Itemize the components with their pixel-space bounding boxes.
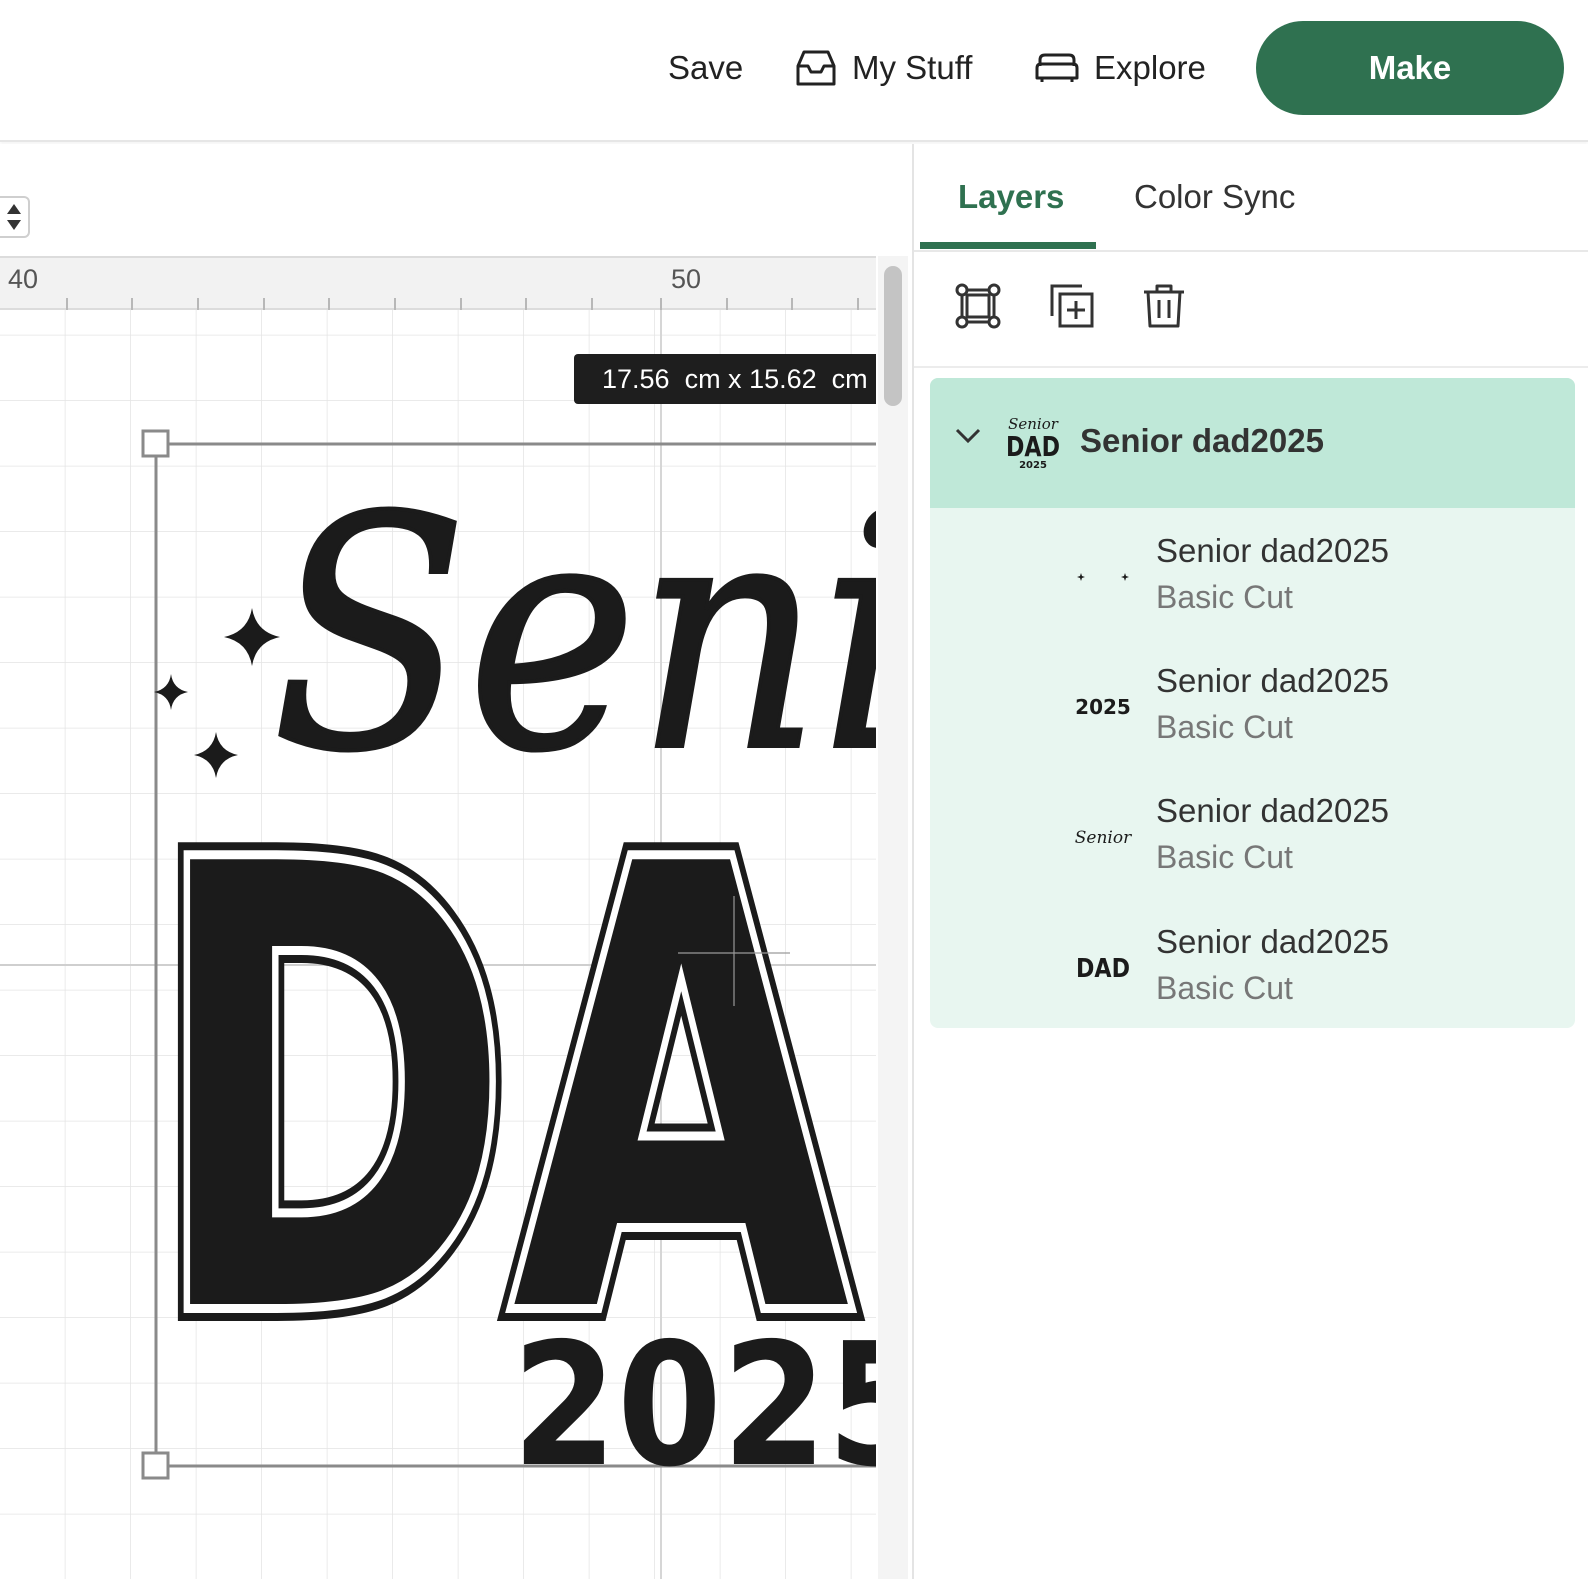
sparkle-icon — [1077, 573, 1129, 581]
layer-operation: Basic Cut — [1156, 579, 1293, 615]
make-label: Make — [1368, 49, 1452, 86]
layer-name: Senior dad2025 — [1156, 662, 1390, 699]
group-header-row[interactable]: Senior DAD 2025 Senior dad2025 — [930, 378, 1575, 508]
layer-item[interactable]: Senior dad2025 Basic Cut — [930, 512, 1575, 642]
my-stuff-button[interactable]: My Stuff — [794, 42, 972, 94]
tab-layers[interactable]: Layers — [958, 178, 1064, 216]
layer-operation: Basic Cut — [1156, 839, 1293, 875]
inbox-tray-icon — [796, 50, 836, 86]
ruler-ticks — [66, 298, 859, 310]
svg-text:2025: 2025 — [1019, 460, 1047, 471]
make-button[interactable]: Make — [1256, 21, 1564, 115]
group-thumbnail: Senior DAD 2025 — [1006, 415, 1060, 471]
explore-button[interactable]: Explore — [1034, 42, 1206, 94]
chevron-down-icon[interactable] — [954, 426, 982, 446]
layer-thumbnail-senior: Senior — [1072, 806, 1134, 868]
sofa-icon — [1035, 53, 1079, 82]
group-nodes-icon — [955, 283, 1001, 329]
trash-icon — [1144, 284, 1184, 328]
layer-thumbnail-stars — [1072, 546, 1134, 608]
layers-panel: Layers Color Sync Senior DAD 2025 Senior… — [912, 144, 1588, 1579]
vertical-scrollbar-track[interactable] — [878, 256, 908, 1579]
svg-text:2025: 2025 — [1075, 695, 1131, 719]
up-down-arrows-icon — [7, 204, 21, 230]
layer-operation: Basic Cut — [1156, 709, 1293, 745]
tab-color-sync[interactable]: Color Sync — [1134, 178, 1295, 216]
panel-tabs: Layers Color Sync — [914, 144, 1588, 252]
save-label: Save — [668, 49, 744, 86]
group-name: Senior dad2025 — [1080, 422, 1324, 459]
vertical-scrollbar-thumb[interactable] — [884, 266, 902, 406]
resize-handle-bottom-left — [141, 1451, 170, 1480]
canvas-grid: Seni DA DA DA 2025 — [0, 296, 876, 1579]
size-tooltip: 17.56 cm x 15.62 cm — [574, 354, 876, 404]
layer-thumbnail-dad: DAD — [1072, 937, 1134, 999]
layer-group: Senior DAD 2025 Senior dad2025 Senior da… — [930, 378, 1575, 1028]
design-canvas[interactable]: Seni DA DA DA 2025 40 50 1 — [0, 144, 912, 1579]
layer-item[interactable]: Senior Senior dad2025 Basic Cut — [930, 772, 1575, 902]
top-toolbar: Save My Stuff Explore Make — [0, 0, 1588, 142]
resize-handle-top-left — [141, 429, 170, 458]
artwork-year-text: 2025 — [512, 1307, 876, 1505]
layer-name: Senior dad2025 — [1156, 792, 1390, 829]
layer-item[interactable]: 2025 Senior dad2025 Basic Cut — [930, 642, 1575, 772]
layer-operation: Basic Cut — [1156, 970, 1293, 1006]
layer-thumbnail-2025: 2025 — [1072, 676, 1134, 738]
explore-label: Explore — [1094, 49, 1206, 86]
active-tab-indicator — [920, 242, 1096, 249]
duplicate-button[interactable] — [1044, 278, 1100, 334]
svg-text:DAD: DAD — [1076, 954, 1130, 984]
svg-text:DAD: DAD — [1006, 430, 1060, 463]
layer-item[interactable]: DAD Senior dad2025 Basic Cut — [930, 903, 1575, 1028]
group-button[interactable] — [950, 278, 1006, 334]
ruler-label-40: 40 — [8, 264, 39, 294]
duplicate-icon — [1050, 284, 1094, 328]
save-button[interactable]: Save — [668, 42, 743, 94]
layer-name: Senior dad2025 — [1156, 532, 1390, 569]
my-stuff-label: My Stuff — [852, 49, 973, 86]
zoom-stepper[interactable] — [0, 196, 30, 238]
svg-text:Senior: Senior — [1075, 828, 1132, 848]
delete-button[interactable] — [1136, 278, 1192, 334]
layer-name: Senior dad2025 — [1156, 923, 1390, 960]
layer-tools — [914, 254, 1588, 368]
ruler-label-50: 50 — [671, 264, 702, 294]
